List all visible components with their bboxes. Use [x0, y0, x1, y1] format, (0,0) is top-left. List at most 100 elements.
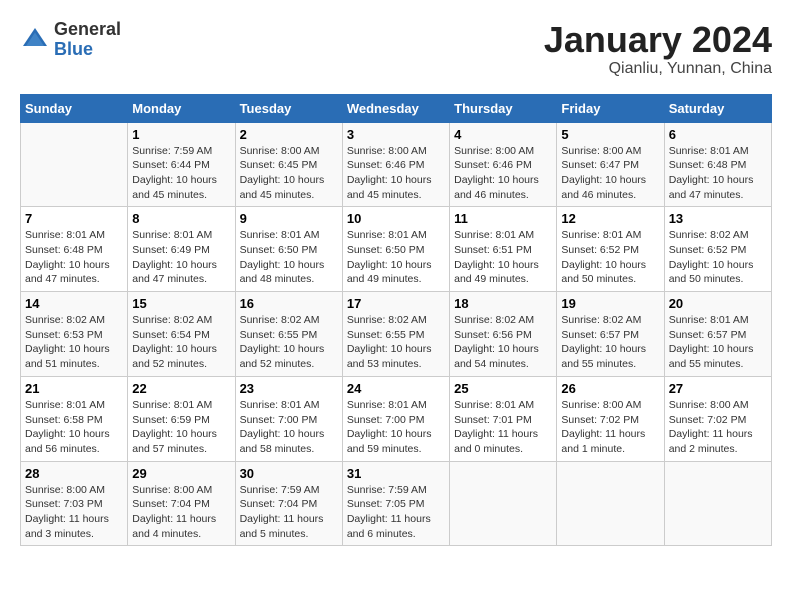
day-number: 8 [132, 211, 230, 226]
calendar-table: SundayMondayTuesdayWednesdayThursdayFrid… [20, 94, 772, 547]
calendar-cell: 29Sunrise: 8:00 AM Sunset: 7:04 PM Dayli… [128, 461, 235, 546]
day-info: Sunrise: 8:02 AM Sunset: 6:55 PM Dayligh… [240, 313, 338, 372]
calendar-cell: 18 Sunrise: 8:02 AM Sunset: 6:56 PM Dayli… [450, 292, 557, 377]
day-number: 28 [25, 466, 123, 481]
calendar-cell: 13 Sunrise: 8:02 AM Sunset: 6:52 PM Dayli… [664, 207, 771, 292]
calendar-cell: 21Sunrise: 8:01 AM Sunset: 6:58 PM Dayli… [21, 376, 128, 461]
day-number: 25 [454, 381, 552, 396]
calendar-cell: 17Sunrise: 8:02 AM Sunset: 6:55 PM Dayli… [342, 292, 449, 377]
day-number: 12 [561, 211, 659, 226]
day-info: Sunrise: 8:01 AM Sunset: 6:59 PM Dayligh… [132, 398, 230, 457]
day-info: Sunrise: 8:01 AM Sunset: 6:49 PM Dayligh… [132, 228, 230, 287]
calendar-cell: 4Sunrise: 8:00 AM Sunset: 6:46 PM Daylig… [450, 122, 557, 207]
calendar-cell [664, 461, 771, 546]
calendar-cell: 12 Sunrise: 8:01 AM Sunset: 6:52 PM Dayli… [557, 207, 664, 292]
logo: General Blue [20, 20, 121, 60]
day-info: Sunrise: 8:00 AM Sunset: 7:02 PM Dayligh… [669, 398, 767, 457]
day-number: 21 [25, 381, 123, 396]
day-info: Sunrise: 8:02 AM Sunset: 6:54 PM Dayligh… [132, 313, 230, 372]
calendar-cell: 30Sunrise: 7:59 AM Sunset: 7:04 PM Dayli… [235, 461, 342, 546]
calendar-cell: 7 Sunrise: 8:01 AM Sunset: 6:48 PM Daylig… [21, 207, 128, 292]
day-number: 2 [240, 127, 338, 142]
calendar-cell: 19 Sunrise: 8:02 AM Sunset: 6:57 PM Dayli… [557, 292, 664, 377]
day-number: 23 [240, 381, 338, 396]
day-info: Sunrise: 8:02 AM Sunset: 6:52 PM Dayligh… [669, 228, 767, 287]
calendar-week-3: 14Sunrise: 8:02 AM Sunset: 6:53 PM Dayli… [21, 292, 772, 377]
day-number: 9 [240, 211, 338, 226]
header-tuesday: Tuesday [235, 94, 342, 122]
day-number: 22 [132, 381, 230, 396]
calendar-header-row: SundayMondayTuesdayWednesdayThursdayFrid… [21, 94, 772, 122]
calendar-week-1: 1 Sunrise: 7:59 AM Sunset: 6:44 PM Daylig… [21, 122, 772, 207]
header-monday: Monday [128, 94, 235, 122]
calendar-cell: 16 Sunrise: 8:02 AM Sunset: 6:55 PM Dayli… [235, 292, 342, 377]
header-saturday: Saturday [664, 94, 771, 122]
day-info: Sunrise: 8:00 AM Sunset: 6:47 PM Dayligh… [561, 144, 659, 203]
calendar-week-2: 7 Sunrise: 8:01 AM Sunset: 6:48 PM Daylig… [21, 207, 772, 292]
day-number: 15 [132, 296, 230, 311]
header-friday: Friday [557, 94, 664, 122]
calendar-cell: 14Sunrise: 8:02 AM Sunset: 6:53 PM Dayli… [21, 292, 128, 377]
calendar-cell: 23 Sunrise: 8:01 AM Sunset: 7:00 PM Dayli… [235, 376, 342, 461]
day-info: Sunrise: 8:01 AM Sunset: 7:00 PM Dayligh… [240, 398, 338, 457]
header-thursday: Thursday [450, 94, 557, 122]
day-number: 26 [561, 381, 659, 396]
day-number: 16 [240, 296, 338, 311]
day-number: 19 [561, 296, 659, 311]
day-info: Sunrise: 8:01 AM Sunset: 6:50 PM Dayligh… [240, 228, 338, 287]
day-info: Sunrise: 8:01 AM Sunset: 6:50 PM Dayligh… [347, 228, 445, 287]
day-info: Sunrise: 8:00 AM Sunset: 6:46 PM Dayligh… [347, 144, 445, 203]
calendar-cell [21, 122, 128, 207]
day-info: Sunrise: 8:00 AM Sunset: 6:45 PM Dayligh… [240, 144, 338, 203]
calendar-cell: 1 Sunrise: 7:59 AM Sunset: 6:44 PM Daylig… [128, 122, 235, 207]
day-number: 6 [669, 127, 767, 142]
calendar-cell: 10Sunrise: 8:01 AM Sunset: 6:50 PM Dayli… [342, 207, 449, 292]
calendar-cell: 26 Sunrise: 8:00 AM Sunset: 7:02 PM Dayli… [557, 376, 664, 461]
day-number: 18 [454, 296, 552, 311]
day-info: Sunrise: 8:02 AM Sunset: 6:57 PM Dayligh… [561, 313, 659, 372]
header-wednesday: Wednesday [342, 94, 449, 122]
day-info: Sunrise: 8:01 AM Sunset: 6:57 PM Dayligh… [669, 313, 767, 372]
calendar-cell: 9 Sunrise: 8:01 AM Sunset: 6:50 PM Daylig… [235, 207, 342, 292]
calendar-cell: 8 Sunrise: 8:01 AM Sunset: 6:49 PM Daylig… [128, 207, 235, 292]
day-info: Sunrise: 8:01 AM Sunset: 6:51 PM Dayligh… [454, 228, 552, 287]
day-info: Sunrise: 7:59 AM Sunset: 7:05 PM Dayligh… [347, 483, 445, 542]
day-number: 13 [669, 211, 767, 226]
day-number: 31 [347, 466, 445, 481]
calendar-cell: 22 Sunrise: 8:01 AM Sunset: 6:59 PM Dayli… [128, 376, 235, 461]
day-info: Sunrise: 8:02 AM Sunset: 6:53 PM Dayligh… [25, 313, 123, 372]
logo-general: General [54, 19, 121, 39]
calendar-cell: 15 Sunrise: 8:02 AM Sunset: 6:54 PM Dayli… [128, 292, 235, 377]
calendar-cell: 27 Sunrise: 8:00 AM Sunset: 7:02 PM Dayli… [664, 376, 771, 461]
day-number: 1 [132, 127, 230, 142]
day-number: 7 [25, 211, 123, 226]
day-number: 29 [132, 466, 230, 481]
page-subtitle: Qianliu, Yunnan, China [544, 60, 772, 78]
day-number: 11 [454, 211, 552, 226]
calendar-cell: 5Sunrise: 8:00 AM Sunset: 6:47 PM Daylig… [557, 122, 664, 207]
day-info: Sunrise: 8:02 AM Sunset: 6:56 PM Dayligh… [454, 313, 552, 372]
day-info: Sunrise: 8:00 AM Sunset: 7:02 PM Dayligh… [561, 398, 659, 457]
page-title: January 2024 [544, 20, 772, 60]
title-block: January 2024 Qianliu, Yunnan, China [544, 20, 772, 78]
day-number: 20 [669, 296, 767, 311]
calendar-cell: 11 Sunrise: 8:01 AM Sunset: 6:51 PM Dayli… [450, 207, 557, 292]
day-info: Sunrise: 8:00 AM Sunset: 6:46 PM Dayligh… [454, 144, 552, 203]
day-number: 27 [669, 381, 767, 396]
day-info: Sunrise: 8:01 AM Sunset: 6:48 PM Dayligh… [25, 228, 123, 287]
day-info: Sunrise: 8:01 AM Sunset: 7:01 PM Dayligh… [454, 398, 552, 457]
day-info: Sunrise: 7:59 AM Sunset: 7:04 PM Dayligh… [240, 483, 338, 542]
day-info: Sunrise: 8:01 AM Sunset: 6:52 PM Dayligh… [561, 228, 659, 287]
calendar-week-5: 28Sunrise: 8:00 AM Sunset: 7:03 PM Dayli… [21, 461, 772, 546]
calendar-cell: 2 Sunrise: 8:00 AM Sunset: 6:45 PM Daylig… [235, 122, 342, 207]
calendar-cell: 31 Sunrise: 7:59 AM Sunset: 7:05 PM Dayli… [342, 461, 449, 546]
day-info: Sunrise: 8:01 AM Sunset: 6:48 PM Dayligh… [669, 144, 767, 203]
header-sunday: Sunday [21, 94, 128, 122]
calendar-cell [557, 461, 664, 546]
calendar-cell: 20 Sunrise: 8:01 AM Sunset: 6:57 PM Dayli… [664, 292, 771, 377]
day-info: Sunrise: 7:59 AM Sunset: 6:44 PM Dayligh… [132, 144, 230, 203]
logo-icon [20, 25, 50, 55]
day-number: 17 [347, 296, 445, 311]
calendar-cell: 24Sunrise: 8:01 AM Sunset: 7:00 PM Dayli… [342, 376, 449, 461]
calendar-week-4: 21Sunrise: 8:01 AM Sunset: 6:58 PM Dayli… [21, 376, 772, 461]
